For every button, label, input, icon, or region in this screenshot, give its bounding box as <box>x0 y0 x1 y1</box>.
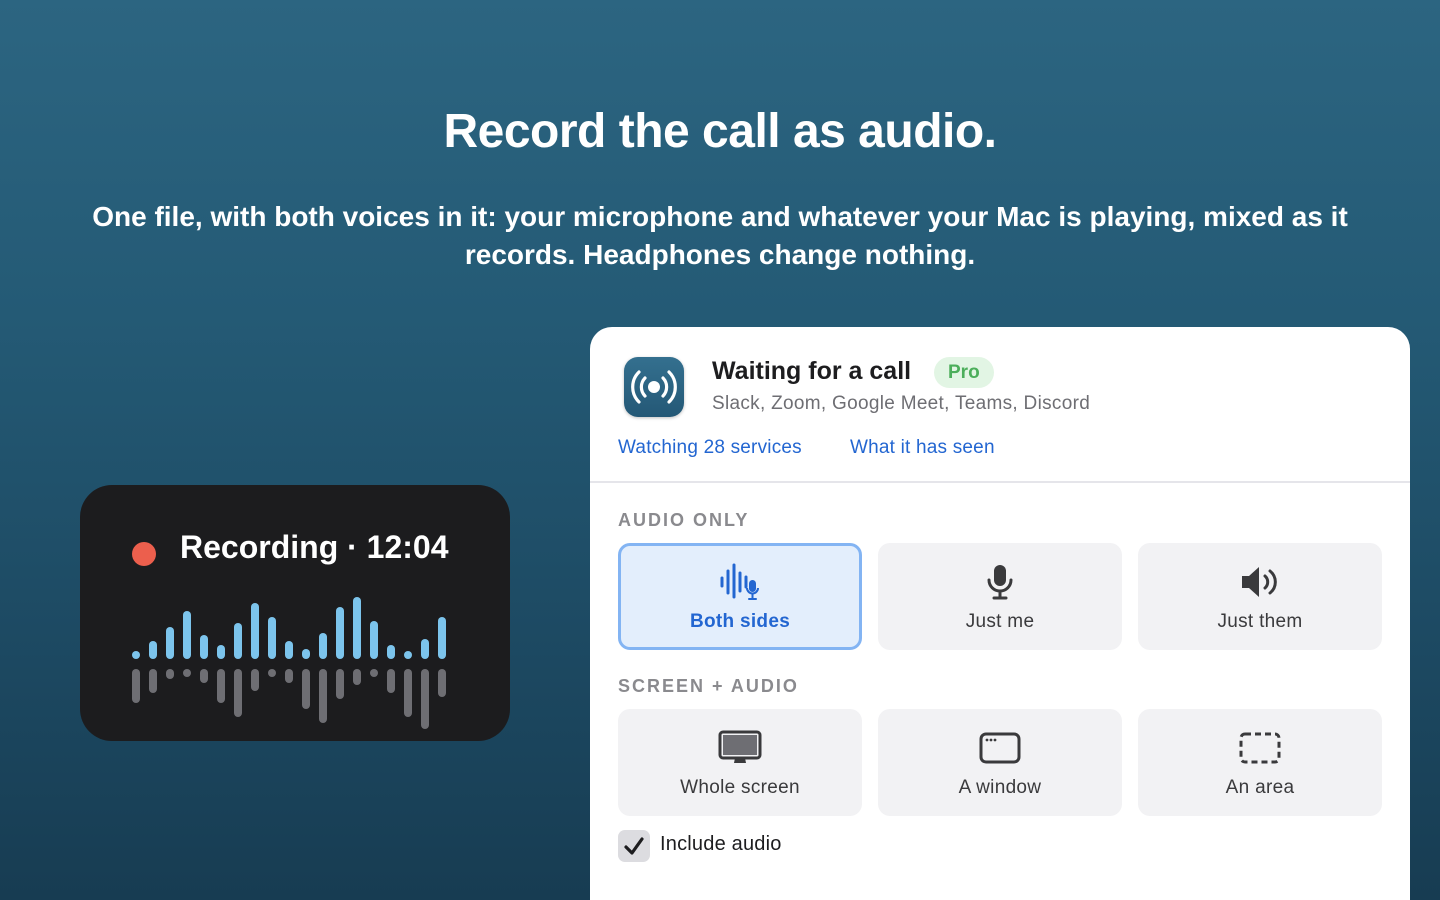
option-both-sides[interactable]: Both sides <box>618 543 862 650</box>
option-label: A window <box>958 777 1042 798</box>
pro-badge: Pro <box>934 357 994 388</box>
option-a-window[interactable]: A window <box>878 709 1122 816</box>
include-audio-label: Include audio <box>660 833 782 855</box>
option-label: Just me <box>965 611 1035 632</box>
option-label: Just them <box>1217 611 1303 632</box>
option-an-area[interactable]: An area <box>1138 709 1382 816</box>
waveform-icon <box>132 597 446 729</box>
window-icon <box>979 732 1021 764</box>
option-label: An area <box>1225 777 1295 798</box>
option-whole-screen[interactable]: Whole screen <box>618 709 862 816</box>
waveform-mic-icon <box>720 563 759 600</box>
option-just-them[interactable]: Just them <box>1138 543 1382 650</box>
broadcast-icon <box>624 357 684 417</box>
checkmark-icon <box>624 837 644 855</box>
watching-services-link[interactable]: Watching 28 services <box>618 437 802 459</box>
dashed-area-icon <box>1239 732 1281 764</box>
option-label: Both sides <box>689 611 791 632</box>
microphone-icon <box>987 565 1013 600</box>
section-label-screen-audio: SCREEN + AUDIO <box>618 676 799 696</box>
speaker-icon <box>1242 567 1277 597</box>
recording-title: Recording · 12:04 <box>180 529 449 565</box>
recording-widget: Recording · 12:04 <box>80 485 510 741</box>
recording-dot-icon <box>132 542 156 566</box>
include-audio-checkbox[interactable] <box>618 830 650 862</box>
divider <box>590 481 1410 483</box>
what-it-has-seen-link[interactable]: What it has seen <box>850 437 995 459</box>
hero-subtitle: One file, with both voices in it: your m… <box>92 201 1348 270</box>
option-label: Whole screen <box>680 777 800 798</box>
display-icon <box>718 730 762 763</box>
recording-panel: Waiting for a call Pro Slack, Zoom, Goog… <box>590 327 1410 900</box>
hero-title: Record the call as audio. <box>443 105 998 158</box>
status-title: Waiting for a call <box>712 357 912 385</box>
services-list: Slack, Zoom, Google Meet, Teams, Discord <box>712 393 1091 414</box>
section-label-audio-only: AUDIO ONLY <box>618 510 750 530</box>
option-just-me[interactable]: Just me <box>878 543 1122 650</box>
